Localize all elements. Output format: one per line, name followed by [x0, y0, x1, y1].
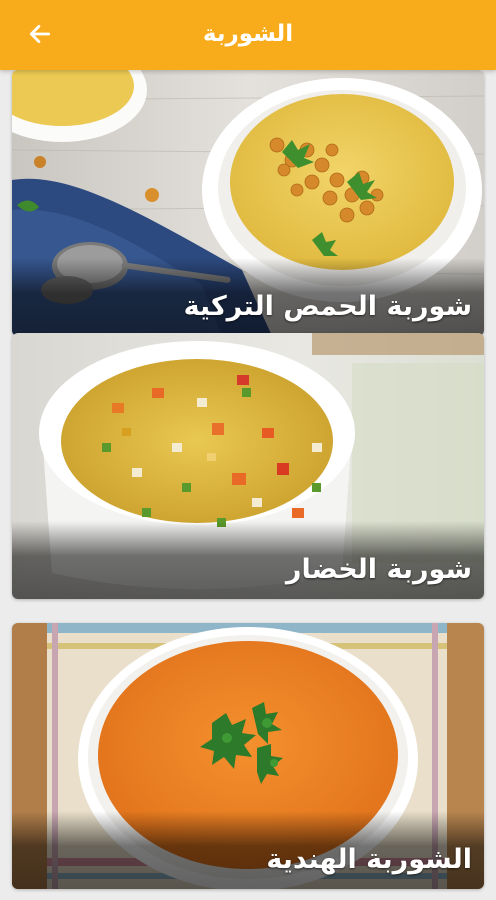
recipe-title: شوربة الخضار: [285, 554, 472, 585]
recipe-title: الشوربة الهندية: [266, 844, 472, 875]
recipe-list[interactable]: شوربة الحمص التركية شوربة الخضار الشوربة…: [0, 70, 496, 900]
recipe-card-vegetable-soup[interactable]: شوربة الخضار: [12, 333, 484, 599]
recipe-card-turkish-chickpea-soup[interactable]: شوربة الحمص التركية: [12, 70, 484, 336]
recipe-card-indian-soup[interactable]: الشوربة الهندية: [12, 623, 484, 889]
page-title: الشوربة: [202, 21, 294, 47]
recipe-title: شوربة الحمص التركية: [183, 291, 472, 322]
app-bar: الشوربة: [0, 0, 496, 70]
